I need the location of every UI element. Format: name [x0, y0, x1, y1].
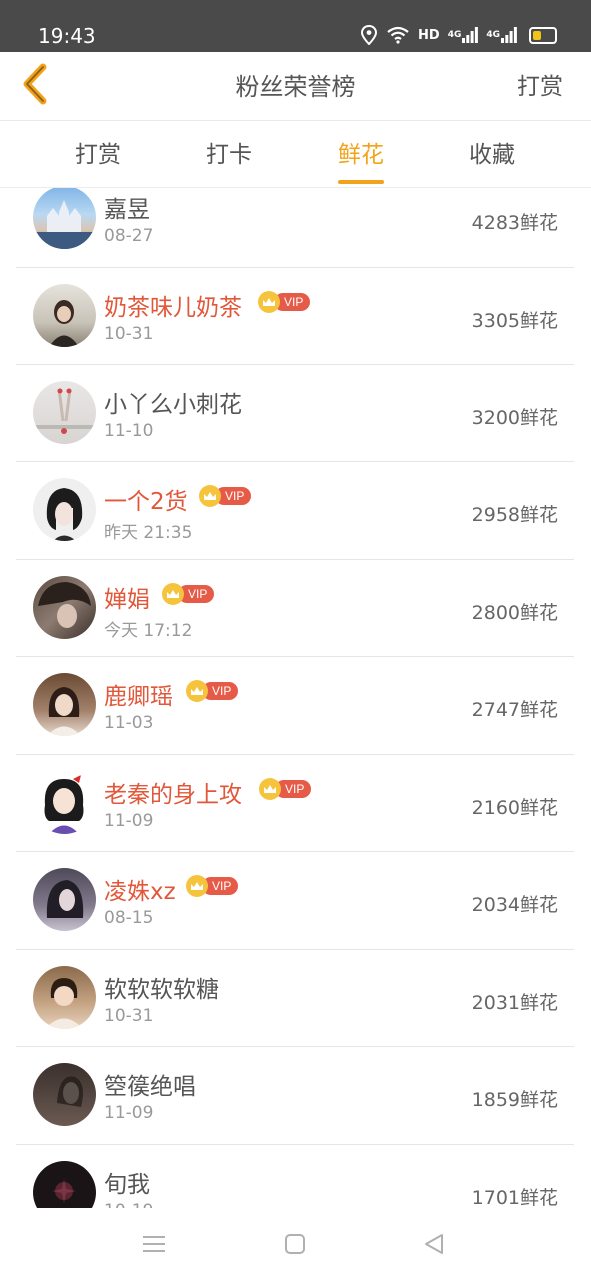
- avatar[interactable]: [33, 478, 96, 541]
- date: 10-19: [104, 1201, 153, 1208]
- date: 11-10: [104, 421, 154, 441]
- tab-reward[interactable]: 打赏: [75, 121, 121, 187]
- list-item[interactable]: 一个2货 VIP 昨天 21:35 2958鲜花: [16, 462, 574, 560]
- crown-icon: [258, 291, 280, 313]
- list-item[interactable]: 老秦的身上攻 VIP 11-09 2160鲜花: [16, 754, 574, 852]
- flower-count: 1701鲜花: [471, 1187, 558, 1208]
- net-label: 4G: [486, 30, 500, 40]
- vip-badge: VIP: [186, 680, 239, 702]
- hd-label: HD: [418, 27, 440, 43]
- user-name[interactable]: 嘉昱: [104, 190, 150, 224]
- tab-checkin[interactable]: 打卡: [206, 121, 252, 187]
- flower-count: 3305鲜花: [471, 310, 558, 332]
- date: 昨天 21:35: [104, 523, 193, 543]
- page-title: 粉丝荣誉榜: [235, 73, 356, 101]
- list-item[interactable]: 软软软软糖 10-31 2031鲜花: [16, 949, 574, 1047]
- avatar[interactable]: [33, 381, 96, 444]
- tab-label: 鲜花: [338, 142, 384, 168]
- list-item[interactable]: 旬我 10-19 1701鲜花: [16, 1144, 574, 1208]
- flower-count: 1859鲜花: [471, 1089, 558, 1111]
- tab-favorites[interactable]: 收藏: [469, 121, 515, 187]
- location-icon: [360, 25, 378, 45]
- status-icons: HD 4G 4G: [360, 22, 557, 48]
- date: 11-09: [104, 1103, 154, 1123]
- list-item[interactable]: 小丫么小刺花 11-10 3200鲜花: [16, 364, 574, 462]
- avatar[interactable]: [33, 1161, 96, 1208]
- home-icon: [284, 1233, 306, 1259]
- date: 11-09: [104, 811, 154, 831]
- user-name[interactable]: 一个2货: [104, 482, 188, 516]
- list-item[interactable]: 箜篌绝唱 11-09 1859鲜花: [16, 1047, 574, 1145]
- date: 10-31: [104, 324, 154, 344]
- menu-button[interactable]: [134, 1226, 174, 1266]
- home-button[interactable]: [275, 1226, 315, 1266]
- user-name[interactable]: 旬我: [104, 1165, 150, 1199]
- flower-count: 4283鲜花: [471, 212, 558, 234]
- fan-ranking-list: 嘉昱 08-27 4283鲜花 奶茶味儿奶茶 VIP 10-31 3305鲜花 …: [0, 188, 591, 1208]
- wifi-icon: [386, 26, 410, 44]
- date: 10-31: [104, 1006, 154, 1026]
- crown-icon: [186, 875, 208, 897]
- user-name[interactable]: 小丫么小刺花: [104, 385, 242, 419]
- flower-count: 2031鲜花: [471, 992, 558, 1014]
- vip-badge: VIP: [259, 778, 312, 800]
- vip-badge: VIP: [162, 583, 215, 605]
- reward-button[interactable]: 打赏: [517, 52, 563, 120]
- crown-icon: [199, 485, 221, 507]
- back-triangle-icon: [423, 1233, 445, 1259]
- signal-icon: 4G: [486, 27, 517, 43]
- flower-count: 2800鲜花: [471, 602, 558, 624]
- net-label: 4G: [447, 30, 462, 40]
- crown-icon: [259, 778, 281, 800]
- date: 08-27: [104, 226, 154, 246]
- avatar[interactable]: [33, 966, 96, 1029]
- system-nav-bar: [0, 1208, 591, 1280]
- menu-icon: [143, 1235, 165, 1257]
- user-name[interactable]: 奶茶味儿奶茶: [104, 288, 242, 322]
- flower-count: 2958鲜花: [471, 504, 558, 526]
- tab-active-indicator: [338, 180, 384, 184]
- tab-label: 打卡: [206, 142, 252, 168]
- user-name[interactable]: 鹿卿瑶: [104, 677, 173, 711]
- list-item[interactable]: 鹿卿瑶 VIP 11-03 2747鲜花: [16, 657, 574, 755]
- vip-badge: VIP: [199, 485, 252, 507]
- date: 08-15: [104, 908, 154, 928]
- status-time: 19:43: [38, 24, 96, 48]
- app-header: 粉丝荣誉榜 打赏: [0, 52, 591, 121]
- signal-icon: 4G: [448, 27, 479, 43]
- tab-label: 打赏: [75, 142, 121, 168]
- user-name[interactable]: 凌姝xz: [104, 872, 176, 906]
- list-item[interactable]: 凌姝xz VIP 08-15 2034鲜花: [16, 852, 574, 950]
- crown-icon: [186, 680, 208, 702]
- tab-flowers[interactable]: 鲜花: [338, 121, 384, 187]
- user-name[interactable]: 老秦的身上攻: [104, 775, 242, 809]
- flower-count: 2160鲜花: [471, 797, 558, 819]
- vip-badge: VIP: [258, 291, 311, 313]
- avatar[interactable]: [33, 673, 96, 736]
- flower-count: 2034鲜花: [471, 894, 558, 916]
- list-item[interactable]: 婵娟 VIP 今天 17:12 2800鲜花: [16, 559, 574, 657]
- battery-icon: [529, 26, 557, 44]
- date: 11-03: [104, 713, 154, 733]
- tab-bar: 打赏 打卡 鲜花 收藏: [0, 121, 591, 188]
- flower-count: 3200鲜花: [471, 407, 558, 429]
- avatar[interactable]: [33, 576, 96, 639]
- list-item[interactable]: 嘉昱 08-27 4283鲜花: [16, 188, 574, 268]
- avatar[interactable]: [33, 771, 96, 834]
- vip-badge: VIP: [186, 875, 239, 897]
- back-nav-button[interactable]: [414, 1226, 454, 1266]
- list-item[interactable]: 奶茶味儿奶茶 VIP 10-31 3305鲜花: [16, 267, 574, 365]
- avatar[interactable]: [33, 284, 96, 347]
- date: 今天 17:12: [104, 621, 193, 641]
- status-bar: 19:43 HD 4G 4G: [0, 0, 591, 52]
- avatar[interactable]: [33, 1063, 96, 1126]
- avatar[interactable]: [33, 868, 96, 931]
- flower-count: 2747鲜花: [471, 699, 558, 721]
- tab-label: 收藏: [469, 142, 515, 168]
- crown-icon: [162, 583, 184, 605]
- user-name[interactable]: 软软软软糖: [104, 970, 219, 1004]
- avatar[interactable]: [33, 188, 96, 249]
- user-name[interactable]: 婵娟: [104, 580, 150, 614]
- user-name[interactable]: 箜篌绝唱: [104, 1067, 196, 1101]
